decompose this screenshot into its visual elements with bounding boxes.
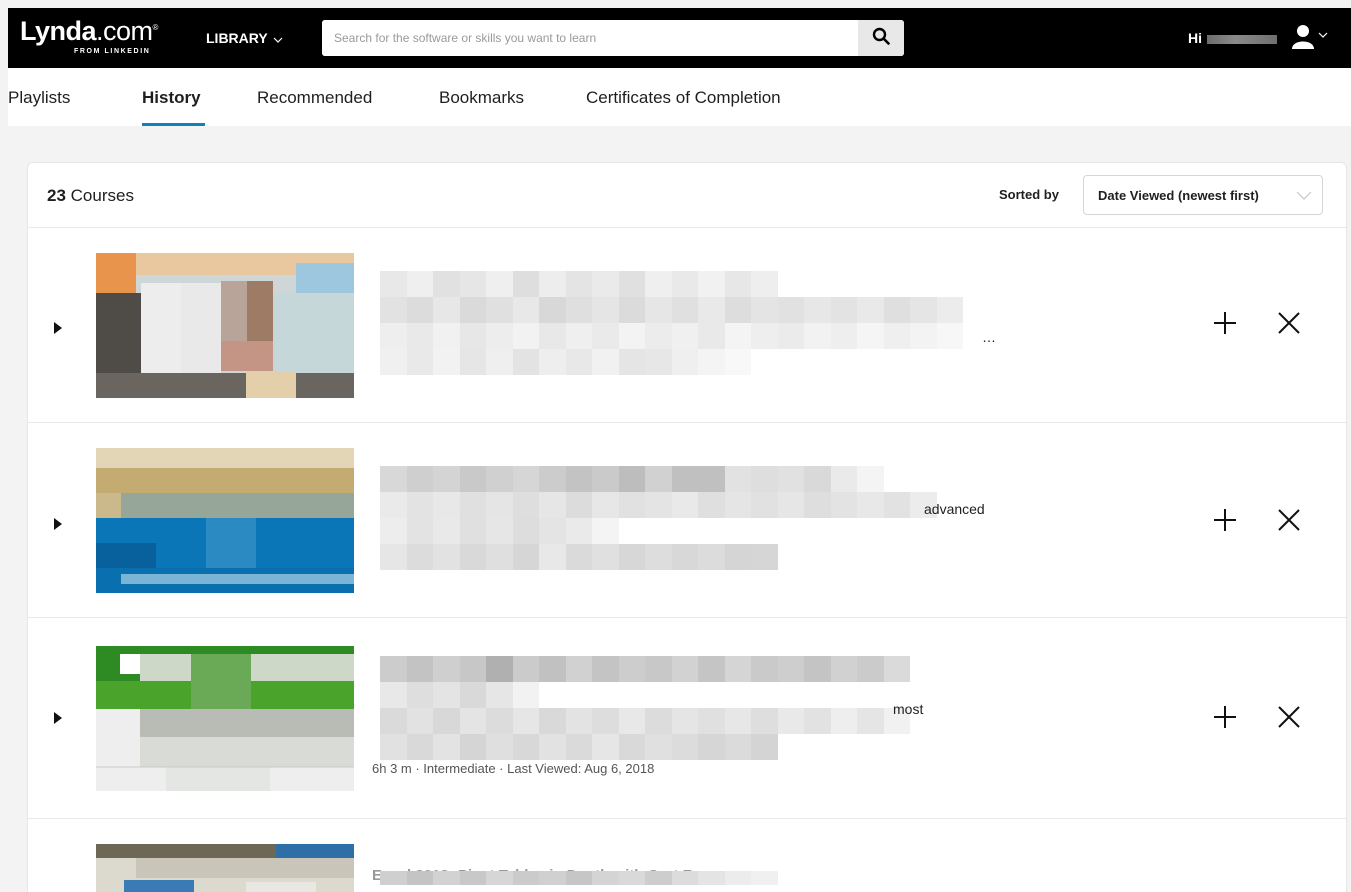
list-item: …	[28, 227, 1346, 422]
sort-selected-value: Date Viewed (newest first)	[1098, 188, 1259, 203]
expand-course-icon[interactable]	[54, 712, 62, 724]
redacted-course-info	[380, 466, 937, 570]
close-icon	[1277, 705, 1301, 734]
logo-brand: Lynda	[20, 16, 97, 46]
chevron-down-icon	[1318, 29, 1328, 41]
list-item: advanced	[28, 422, 1346, 617]
tab-playlists[interactable]: Playlists	[8, 88, 70, 108]
course-description-fragment: most	[893, 701, 924, 717]
close-icon	[1277, 311, 1301, 340]
add-to-playlist-button[interactable]	[1210, 310, 1240, 340]
search-bar	[322, 20, 904, 56]
course-count-number: 23	[47, 186, 66, 205]
active-tab-indicator	[142, 123, 205, 126]
course-thumbnail[interactable]	[96, 448, 354, 593]
sort-dropdown[interactable]: Date Viewed (newest first)	[1083, 175, 1323, 215]
top-navigation-bar: Lynda.com® FROM LINKEDIN LIBRARY Hi	[8, 8, 1351, 68]
sorted-by-label: Sorted by	[999, 187, 1059, 202]
course-meta: 6h 3 m · Intermediate · Last Viewed: Aug…	[372, 761, 655, 776]
plus-icon	[1213, 705, 1237, 734]
course-thumbnail[interactable]	[96, 844, 354, 892]
expand-course-icon[interactable]	[54, 322, 62, 334]
remove-from-history-button[interactable]	[1274, 507, 1304, 537]
redacted-username	[1207, 35, 1277, 44]
tab-bookmarks[interactable]: Bookmarks	[439, 88, 524, 108]
remove-from-history-button[interactable]	[1274, 704, 1304, 734]
remove-from-history-button[interactable]	[1274, 310, 1304, 340]
course-thumbnail[interactable]	[96, 253, 354, 398]
list-item: 6h 3 m · Intermediate · Last Viewed: Aug…	[28, 617, 1346, 818]
chevron-down-icon	[1296, 188, 1312, 206]
course-thumbnail[interactable]	[96, 646, 354, 791]
logo-dotcom: .com	[96, 16, 153, 46]
search-icon	[872, 27, 890, 50]
redacted-course-info	[380, 271, 963, 375]
library-tabs: Playlists History Recommended Bookmarks …	[8, 68, 1351, 126]
course-description-fragment: …	[982, 329, 996, 345]
course-description-fragment: advanced	[924, 501, 985, 517]
plus-icon	[1213, 508, 1237, 537]
logo-registered: ®	[152, 23, 159, 32]
user-menu[interactable]	[1290, 24, 1340, 52]
library-menu[interactable]: LIBRARY	[206, 30, 283, 46]
tab-certificates[interactable]: Certificates of Completion	[586, 88, 781, 108]
user-icon	[1292, 24, 1314, 55]
search-input[interactable]	[322, 20, 852, 56]
tab-recommended[interactable]: Recommended	[257, 88, 372, 108]
user-greeting: Hi	[1188, 30, 1202, 46]
add-to-playlist-button[interactable]	[1210, 507, 1240, 537]
expand-course-icon[interactable]	[54, 518, 62, 530]
lynda-logo[interactable]: Lynda.com® FROM LINKEDIN	[20, 16, 159, 56]
add-to-playlist-button[interactable]	[1210, 704, 1240, 734]
chevron-down-icon	[273, 34, 283, 46]
list-item: Excel 2013: Pivot Tables in Depth with C…	[28, 818, 1346, 892]
tab-history[interactable]: History	[142, 88, 201, 108]
library-label: LIBRARY	[206, 30, 268, 46]
course-count-label: Courses	[65, 186, 134, 205]
history-course-list: 23 Courses Sorted by Date Viewed (newest…	[27, 162, 1347, 892]
logo-subtitle: FROM LINKEDIN	[74, 48, 151, 55]
search-button[interactable]	[858, 20, 904, 56]
plus-icon	[1213, 311, 1237, 340]
redacted-course-info	[380, 656, 910, 760]
redacted-course-info	[380, 871, 778, 885]
course-count: 23 Courses	[47, 186, 134, 206]
close-icon	[1277, 508, 1301, 537]
